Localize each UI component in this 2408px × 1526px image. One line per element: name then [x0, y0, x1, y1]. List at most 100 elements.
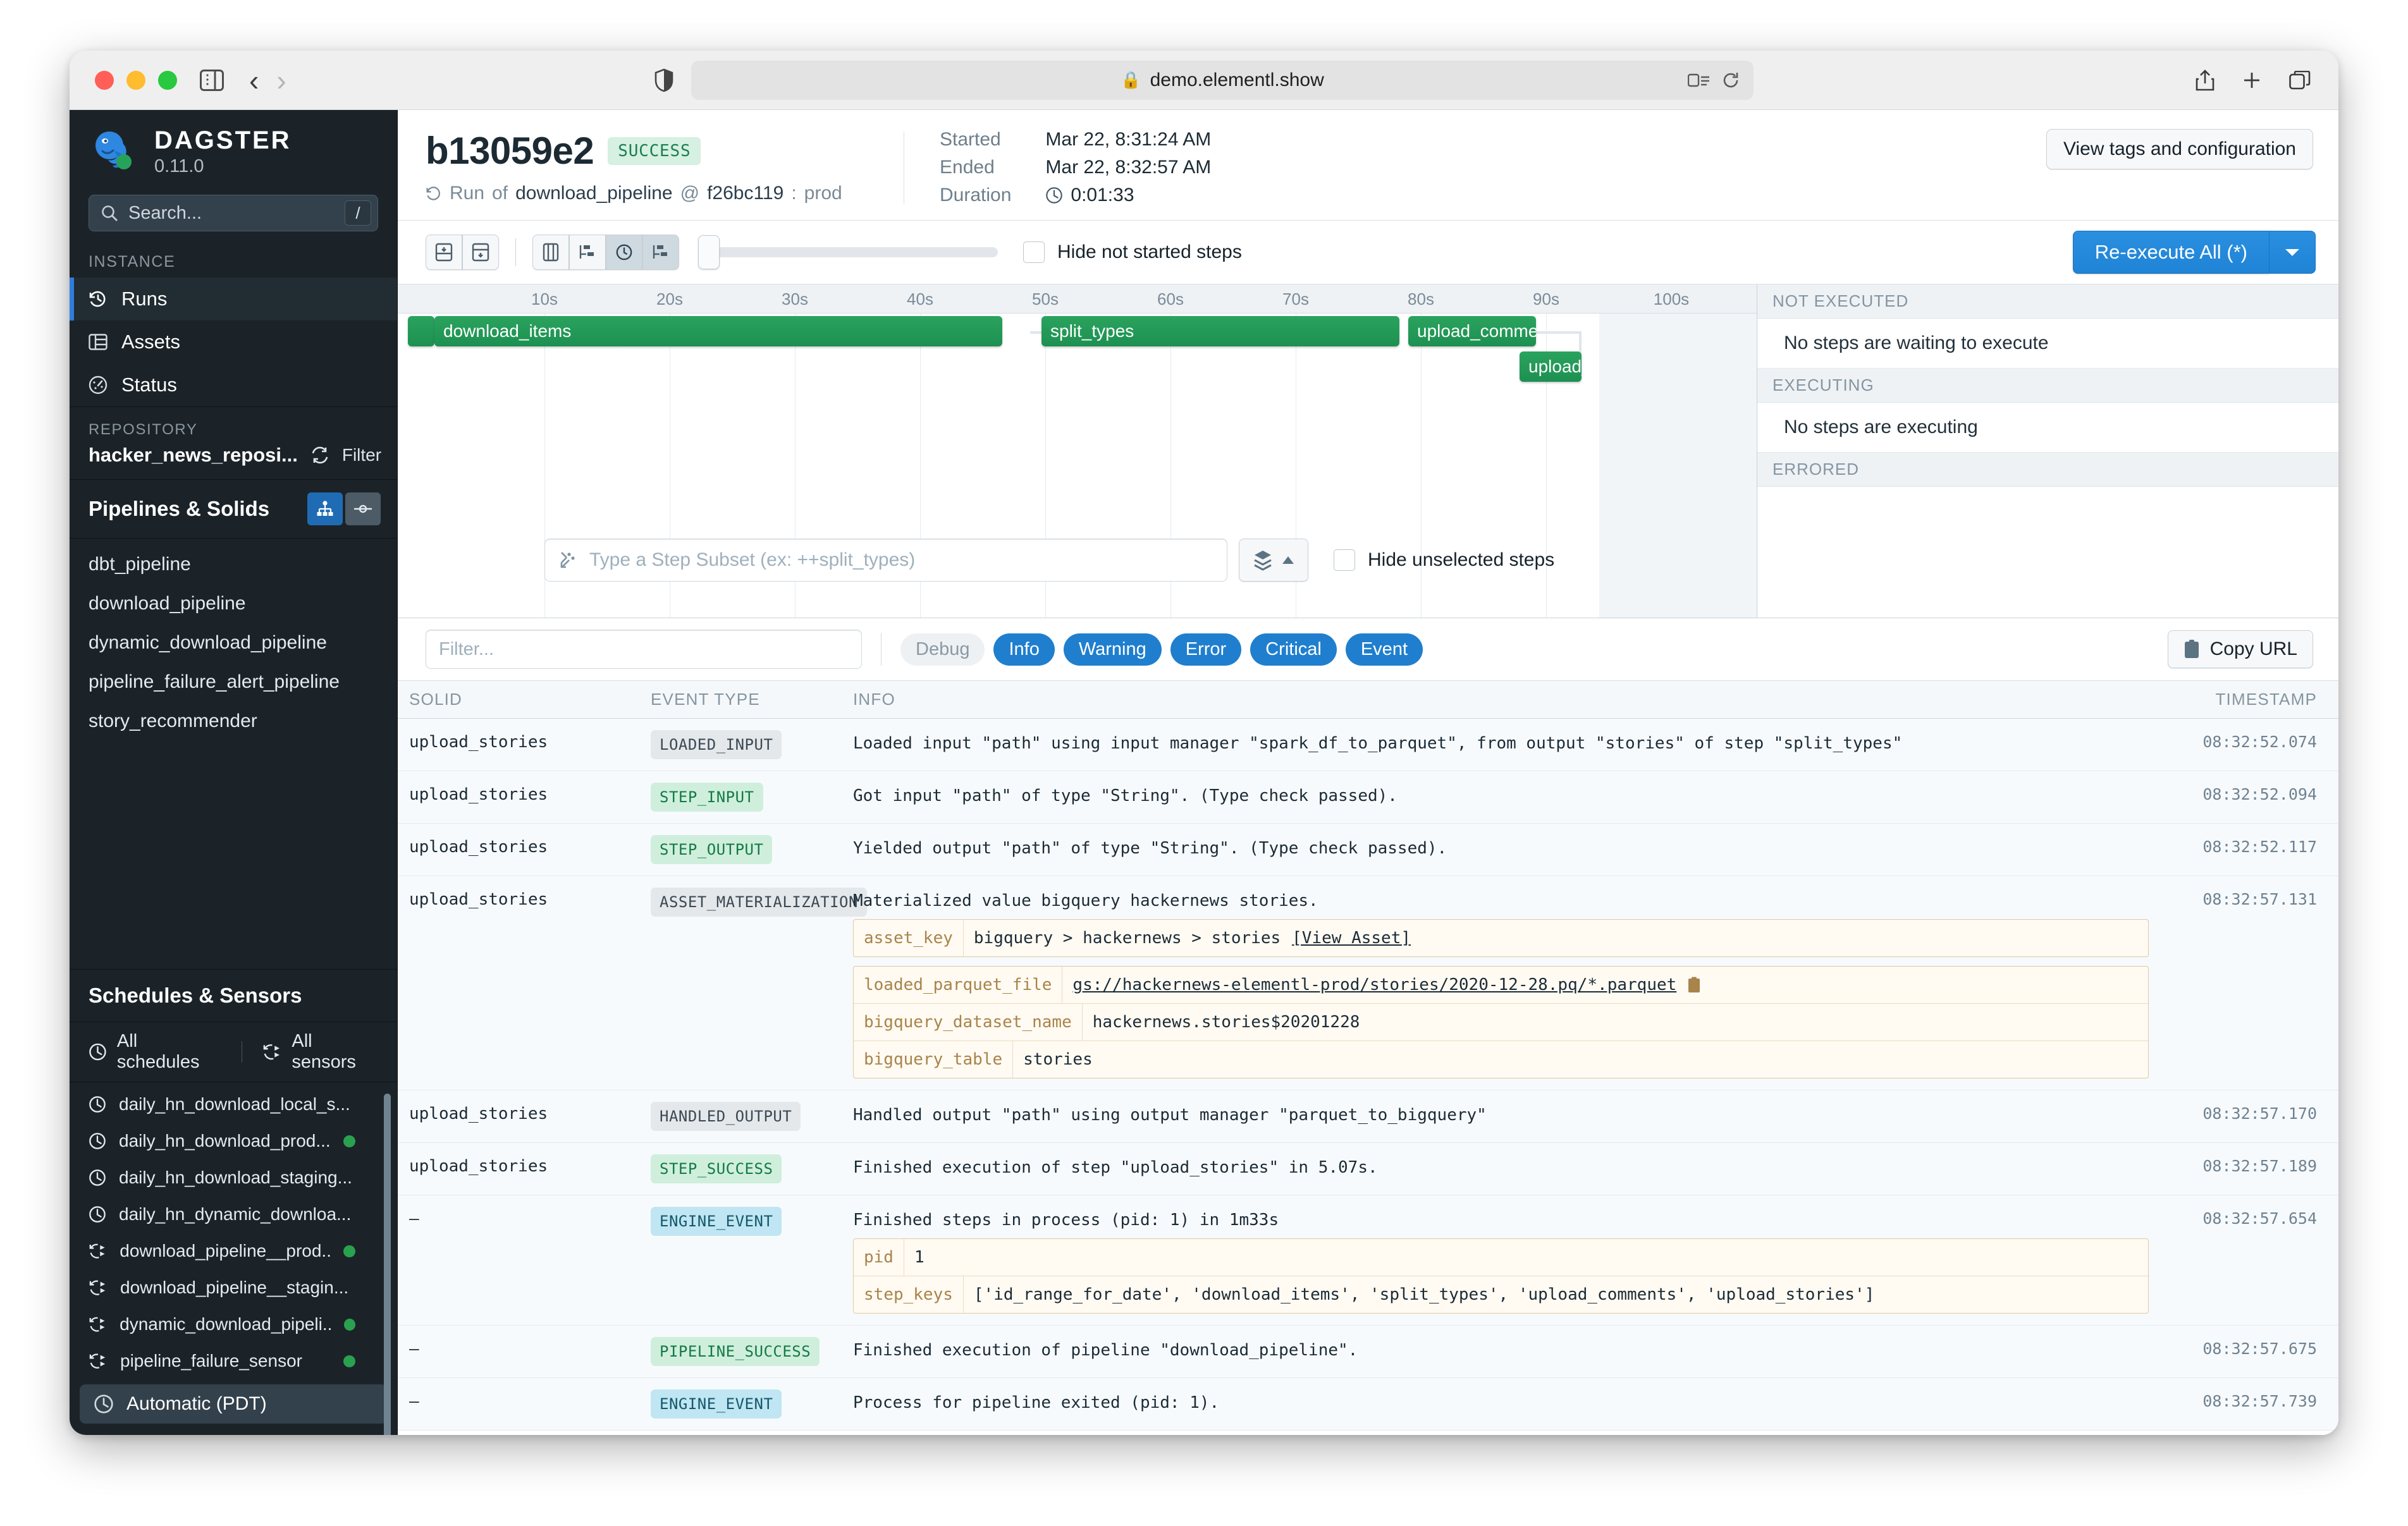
back-arrow-icon[interactable]: ‹: [249, 66, 259, 95]
list-item[interactable]: daily_hn_download_staging...: [70, 1159, 397, 1196]
table-row[interactable]: upload_stories ASSET_MATERIALIZATION Mat…: [398, 876, 2338, 1090]
url-input[interactable]: 🔒 demo.elementl.show: [691, 60, 1754, 100]
gantt-bar[interactable]: upload_comment: [1408, 316, 1536, 346]
hide-not-started-checkbox[interactable]: Hide not started steps: [1023, 241, 1242, 263]
event-type-tag: PIPELINE_SUCCESS: [651, 1337, 820, 1366]
sidebar-item-assets[interactable]: Assets: [70, 320, 397, 363]
log-filter-input[interactable]: Filter...: [426, 630, 862, 669]
log-level-event[interactable]: Event: [1345, 633, 1423, 666]
close-window-button[interactable]: [95, 70, 114, 90]
log-level-debug[interactable]: Debug: [900, 633, 985, 666]
log-level-critical[interactable]: Critical: [1250, 633, 1337, 666]
view-asset-link[interactable]: [View Asset]: [1292, 929, 1411, 948]
maximize-window-button[interactable]: [158, 70, 177, 90]
expand-collapse-group[interactable]: [426, 235, 499, 270]
log-level-error[interactable]: Error: [1170, 633, 1242, 666]
reload-icon[interactable]: [310, 446, 329, 465]
hide-unselected-checkbox[interactable]: Hide unselected steps: [1334, 549, 1554, 571]
minimize-window-button[interactable]: [126, 70, 145, 90]
reexecute-group[interactable]: Re-execute All (*): [2072, 231, 2316, 274]
url-right-icons[interactable]: [1688, 71, 1740, 89]
list-item[interactable]: daily_hn_dynamic_downloa...: [70, 1196, 397, 1233]
table-row[interactable]: upload_stories STEP_SUCCESS Finished exe…: [398, 1143, 2338, 1195]
log-level-info[interactable]: Info: [993, 633, 1055, 666]
repository-block: REPOSITORY hacker_news_reposi... Filter: [70, 406, 397, 480]
list-item[interactable]: dbt_pipeline: [70, 545, 397, 584]
list-item[interactable]: dynamic_download_pipeline: [70, 623, 397, 662]
sensor-icon: [89, 1317, 105, 1332]
layers-button[interactable]: [1239, 539, 1308, 582]
log-level-warning[interactable]: Warning: [1063, 633, 1162, 666]
nav-arrows[interactable]: ‹ ›: [249, 66, 286, 95]
window-controls[interactable]: [95, 70, 177, 90]
scrollbar[interactable]: [384, 1094, 391, 1435]
cell-solid: upload_stories: [409, 785, 548, 804]
checkbox[interactable]: [1334, 549, 1355, 571]
gantt-bar[interactable]: [408, 316, 434, 346]
table-row[interactable]: upload_stories STEP_INPUT Got input "pat…: [398, 771, 2338, 824]
table-row[interactable]: upload_stories LOADED_INPUT Loaded input…: [398, 719, 2338, 771]
gantt-bar[interactable]: upload_: [1520, 351, 1582, 382]
list-item[interactable]: download_pipeline: [70, 584, 397, 623]
sidebar-toggle-icon[interactable]: [200, 69, 224, 91]
copy-url-button[interactable]: Copy URL: [2167, 630, 2313, 668]
list-item[interactable]: dynamic_download_pipeli...: [70, 1306, 397, 1343]
checkbox[interactable]: [1023, 241, 1045, 263]
all-schedules-link[interactable]: All schedules: [89, 1031, 221, 1073]
gantt-bar[interactable]: split_types: [1041, 316, 1399, 346]
collapse-all-icon[interactable]: [462, 235, 499, 270]
sidebar: DAGSTER 0.11.0 Search... / INSTANCE Runs…: [70, 110, 398, 1435]
gantt-chart[interactable]: 10s 20s 30s 40s 50s 60s 70s 80s 90s 100s: [398, 284, 1757, 618]
view-tags-configuration-button[interactable]: View tags and configuration: [2046, 129, 2313, 169]
all-sensors-link[interactable]: All sensors: [262, 1031, 378, 1073]
table-row[interactable]: – ENGINE_EVENT Process for pipeline exit…: [398, 1378, 2338, 1431]
list-item[interactable]: story_recommender: [70, 702, 397, 741]
slider-handle[interactable]: [698, 235, 720, 269]
sidebar-item-runs[interactable]: Runs: [70, 278, 397, 320]
forward-arrow-icon[interactable]: ›: [276, 66, 286, 95]
ended-label: Ended: [940, 157, 995, 178]
started-value: Mar 22, 8:31:24 AM: [1045, 129, 1212, 150]
reexecute-options-button[interactable]: [2270, 231, 2316, 274]
gantt-view-group[interactable]: [532, 235, 679, 270]
reexecute-all-button[interactable]: Re-execute All (*): [2072, 231, 2270, 274]
expand-all-icon[interactable]: [426, 235, 462, 270]
pipelines-view-toggles[interactable]: [307, 492, 381, 525]
table-row[interactable]: – ENGINE_EVENT Finished steps in process…: [398, 1195, 2338, 1326]
column-header-event-type: EVENT TYPE: [651, 690, 760, 709]
solid-view-icon[interactable]: [345, 492, 381, 525]
graph-view-icon[interactable]: [307, 492, 343, 525]
repository-filter-button[interactable]: Filter: [342, 445, 381, 465]
zoom-slider[interactable]: [698, 235, 998, 269]
search-input[interactable]: Search... /: [89, 195, 378, 231]
log-table[interactable]: SOLID EVENT TYPE INFO TIMESTAMP upload_s…: [398, 681, 2338, 1435]
list-item[interactable]: download_pipeline__stagin...: [70, 1269, 397, 1306]
list-item[interactable]: daily_hn_download_prod...: [70, 1123, 397, 1159]
list-item[interactable]: pipeline_failure_alert_pipeline: [70, 662, 397, 702]
sidebar-item-status[interactable]: Status: [70, 363, 397, 406]
gantt-bar[interactable]: download_items: [434, 316, 1002, 346]
list-item[interactable]: pipeline_failure_sensor: [70, 1343, 397, 1379]
list-item[interactable]: download_pipeline__prod...: [70, 1233, 397, 1269]
table-row[interactable]: upload_stories HANDLED_OUTPUT Handled ou…: [398, 1090, 2338, 1143]
waterfall-view-icon[interactable]: [569, 235, 606, 270]
timezone-selector[interactable]: Automatic (PDT): [80, 1384, 387, 1424]
pipeline-link[interactable]: download_pipeline: [515, 183, 673, 204]
brand[interactable]: DAGSTER 0.11.0: [89, 126, 378, 177]
shield-icon[interactable]: [654, 68, 673, 92]
columns-view-icon[interactable]: [532, 235, 569, 270]
snapshot-link[interactable]: f26bc119: [707, 183, 783, 204]
parquet-file-link[interactable]: gs://hackernews-elementl-prod/stories/20…: [1072, 975, 1676, 994]
step-subset-input[interactable]: Type a Step Subset (ex: ++split_types): [544, 539, 1227, 582]
cell-event-type: ENGINE_EVENT: [651, 1389, 853, 1419]
event-type-tag: ASSET_MATERIALIZATION: [651, 888, 867, 917]
table-row[interactable]: – PIPELINE_SUCCESS Finished execution of…: [398, 1326, 2338, 1378]
chrome-right-icons[interactable]: [2196, 69, 2311, 91]
tree-view-icon[interactable]: [642, 235, 679, 270]
repository-row[interactable]: hacker_news_reposi... Filter: [89, 444, 381, 467]
log-level-pills[interactable]: Debug Info Warning Error Critical Event: [900, 633, 1423, 666]
list-item[interactable]: daily_hn_download_local_s...: [70, 1086, 397, 1123]
clipboard-icon[interactable]: [1688, 977, 1700, 993]
table-row[interactable]: upload_stories STEP_OUTPUT Yielded outpu…: [398, 824, 2338, 876]
time-view-icon[interactable]: [606, 235, 642, 270]
